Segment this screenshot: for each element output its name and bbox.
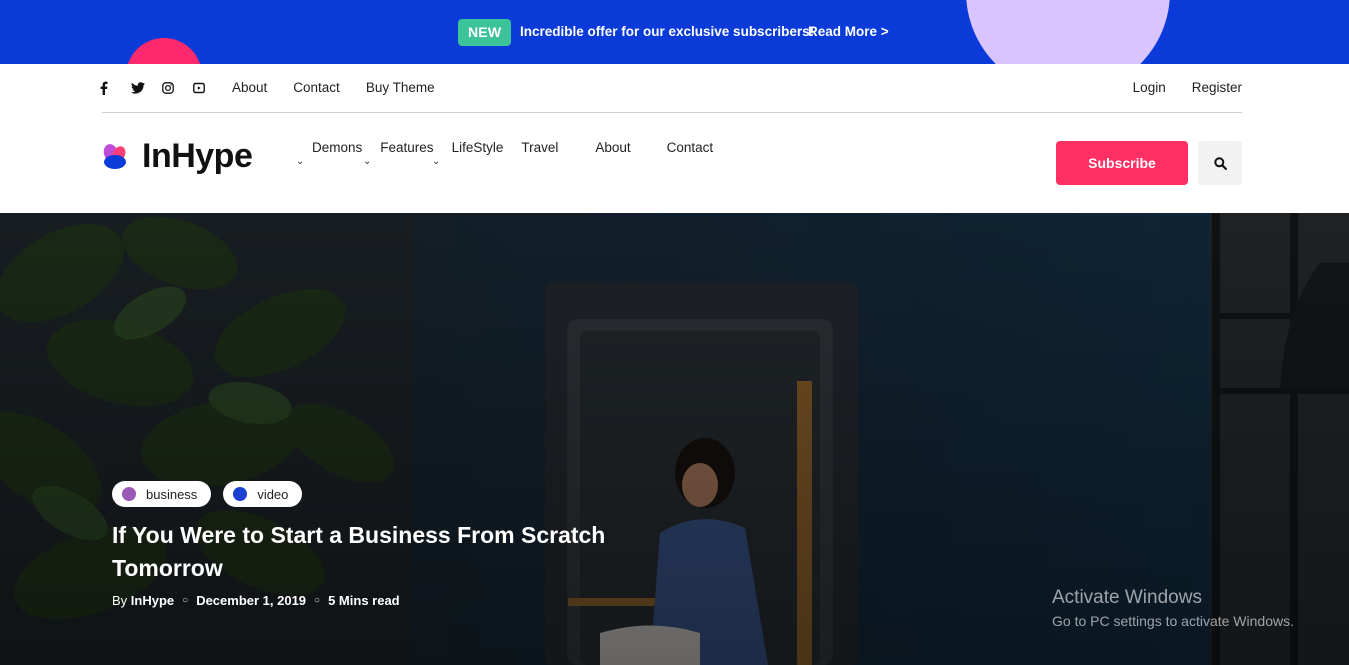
read-more-link[interactable]: Read More > (808, 24, 889, 39)
tag-label: video (257, 486, 289, 502)
login-link[interactable]: Login (1133, 80, 1166, 95)
post-meta: By InHype ○ December 1, 2019 ○ 5 Mins re… (112, 593, 400, 608)
post-title[interactable]: If You Were to Start a Business From Scr… (112, 519, 672, 585)
watermark-subtitle: Go to PC settings to activate Windows. (1052, 613, 1294, 629)
meta-separator: ○ (182, 595, 189, 606)
chevron-down-icon: ⌄ (296, 156, 305, 167)
chevron-down-icon: ⌄ (363, 156, 372, 167)
post-author[interactable]: InHype (131, 593, 174, 608)
new-badge: NEW (458, 19, 512, 46)
site-logo[interactable]: InHype (102, 137, 253, 176)
main-nav: ⌄ Demons ⌄ Features ⌄ LifeStyle Travel A… (296, 140, 713, 167)
twitter-icon[interactable] (131, 80, 162, 96)
promo-message: Incredible offer for our exclusive subsc… (520, 24, 815, 39)
read-time: 5 Mins read (328, 593, 400, 608)
meta-separator: ○ (314, 595, 321, 606)
top-links: About Contact Buy Theme (232, 80, 461, 95)
hero-featured-post[interactable]: business video If You Were to Start a Bu… (0, 213, 1349, 665)
decorative-circle-lilac (966, 0, 1170, 64)
nav-item-travel[interactable]: Travel (521, 140, 558, 155)
nav-item-lifestyle[interactable]: LifeStyle (452, 140, 504, 155)
top-bar: About Contact Buy Theme Login Register (0, 64, 1349, 112)
register-link[interactable]: Register (1192, 80, 1242, 95)
youtube-icon[interactable] (193, 80, 224, 96)
tag-business[interactable]: business (112, 481, 212, 507)
author-prefix: By (112, 593, 128, 608)
nav-item-demons[interactable]: Demons (312, 140, 362, 155)
post-date: December 1, 2019 (196, 593, 307, 608)
post-tags: business video (112, 481, 303, 507)
top-link-about[interactable]: About (232, 80, 267, 95)
tag-color-dot (122, 487, 136, 501)
top-link-contact[interactable]: Contact (293, 80, 340, 95)
activate-windows-watermark: Activate Windows Go to PC settings to ac… (1052, 587, 1294, 629)
social-links (100, 80, 224, 96)
nav-item-features[interactable]: Features (380, 140, 433, 155)
facebook-icon[interactable] (100, 80, 131, 96)
tag-label: business (146, 486, 198, 502)
chevron-down-icon: ⌄ (432, 156, 441, 167)
nav-item-contact[interactable]: Contact (667, 140, 714, 155)
search-button[interactable] (1198, 141, 1242, 185)
watermark-title: Activate Windows (1052, 587, 1202, 608)
logo-text: InHype (142, 137, 253, 175)
tag-color-dot (233, 487, 248, 501)
tag-video[interactable]: video (223, 481, 303, 507)
subscribe-button[interactable]: Subscribe (1056, 141, 1188, 185)
promo-bar: NEW Incredible offer for our exclusive s… (0, 0, 1349, 64)
search-icon (1213, 156, 1227, 170)
auth-links: Login Register (1107, 80, 1242, 95)
logo-mark-icon (102, 142, 130, 172)
instagram-icon[interactable] (162, 80, 193, 96)
site-header: InHype ⌄ Demons ⌄ Features ⌄ LifeStyle T… (0, 113, 1349, 213)
decorative-circle-pink (126, 38, 202, 64)
top-link-buy-theme[interactable]: Buy Theme (366, 80, 435, 95)
nav-item-about[interactable]: About (595, 140, 630, 155)
